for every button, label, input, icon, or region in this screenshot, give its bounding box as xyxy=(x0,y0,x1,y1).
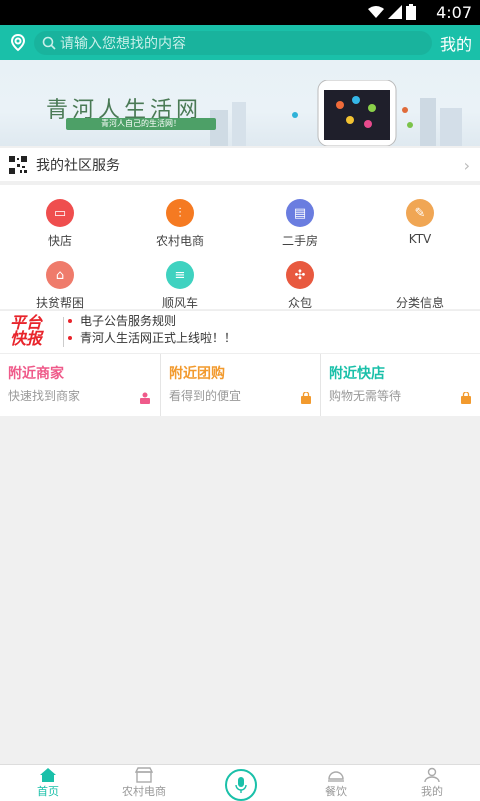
location-icon[interactable] xyxy=(8,33,28,53)
qr-code-icon xyxy=(8,154,28,175)
service-item-ktv[interactable]: ✎ KTV xyxy=(360,185,480,246)
bullet-icon xyxy=(68,318,72,323)
news-logo: 平台 快报 xyxy=(10,315,56,349)
service-label: 顺风车 xyxy=(161,296,198,310)
mic-icon: ✎ xyxy=(406,199,434,227)
service-label: 分类信息 xyxy=(395,296,444,310)
service-label: 扶贫帮困 xyxy=(35,296,84,310)
service-item-classifieds[interactable]: 分类信息 xyxy=(360,247,480,310)
news-logo-line2: 快报 xyxy=(10,329,43,348)
status-bar: 4:07 xyxy=(0,0,480,25)
signal-icon xyxy=(388,5,402,19)
service-item-second-hand-house[interactable]: ▤ 二手房 xyxy=(240,185,360,248)
service-item-poverty-aid[interactable]: ⌂ 扶贫帮困 xyxy=(0,247,120,310)
service-grid: ▭ 快店 ⫶ 农村电商 ▤ 二手房 ✎ KTV ⌂ 扶贫帮困 ≡ 顺风车 ✣ 众… xyxy=(0,185,480,310)
voice-button[interactable] xyxy=(225,769,257,801)
nearby-title: 附近商家 xyxy=(8,366,64,382)
microphone-icon xyxy=(235,777,247,793)
banner[interactable]: 青河人生活网 青河人自己的生活网！ xyxy=(0,60,480,146)
news-item[interactable]: 电子公告服务规则 xyxy=(68,312,236,329)
clock: 4:07 xyxy=(436,3,472,22)
service-label: 众包 xyxy=(287,296,312,310)
tab-label: 农村电商 xyxy=(122,785,166,798)
news-divider xyxy=(63,317,64,347)
service-item-kuaidian[interactable]: ▭ 快店 xyxy=(0,185,120,248)
community-label: 我的社区服务 xyxy=(36,157,120,174)
search-icon xyxy=(42,36,56,50)
nearby-title: 附近团购 xyxy=(169,366,225,382)
tab-label: 首页 xyxy=(37,785,59,798)
building-icon: ▤ xyxy=(286,199,314,227)
person-icon xyxy=(140,392,150,404)
tab-label: 我的 xyxy=(421,785,443,798)
news-list: 电子公告服务规则 青河人生活网正式上线啦！！ xyxy=(68,312,236,346)
city-skyline-image xyxy=(210,80,462,146)
service-item-carpool[interactable]: ≡ 顺风车 xyxy=(120,247,240,310)
home-icon xyxy=(40,768,56,782)
dining-icon xyxy=(328,771,344,782)
service-label: KTV xyxy=(408,232,432,246)
tab-home[interactable]: 首页 xyxy=(0,767,96,799)
list-icon: ≡ xyxy=(166,261,194,289)
tab-label: 餐饮 xyxy=(325,785,347,798)
banner-tagline: 青河人自己的生活网！ xyxy=(66,118,216,130)
system-icons xyxy=(368,4,416,20)
news-ticker[interactable]: 平台 快报 电子公告服务规则 青河人生活网正式上线啦！！ xyxy=(0,310,480,353)
chevron-right-icon: › xyxy=(463,156,470,175)
search-input[interactable]: 请输入您想找的内容 xyxy=(34,30,432,55)
tab-rural-ecommerce[interactable]: 农村电商 xyxy=(96,767,192,799)
tab-dining[interactable]: 餐饮 xyxy=(288,767,384,799)
battery-icon xyxy=(406,4,416,20)
puzzle-icon: ✣ xyxy=(286,261,314,289)
service-item-rural-ecommerce[interactable]: ⫶ 农村电商 xyxy=(120,185,240,248)
tab-mine[interactable]: 我的 xyxy=(384,767,480,799)
search-placeholder: 请输入您想找的内容 xyxy=(60,35,186,52)
nearby-subtitle: 购物无需等待 xyxy=(329,389,402,403)
nearby-groupbuy-card[interactable]: 附近团购 看得到的便宜 xyxy=(161,354,320,416)
nearby-section: 附近商家 快速找到商家 附近团购 看得到的便宜 附近快店 购物无需等待 xyxy=(0,353,480,416)
mine-link[interactable]: 我的 xyxy=(440,31,472,55)
nearby-subtitle: 快速找到商家 xyxy=(8,389,81,403)
news-item-text: 电子公告服务规则 xyxy=(80,314,177,328)
store-icon xyxy=(135,767,153,783)
shopping-bag-icon xyxy=(301,392,311,404)
community-service-row[interactable]: 我的社区服务 › xyxy=(0,148,480,181)
nearby-title: 附近快店 xyxy=(329,366,385,382)
top-bar: 请输入您想找的内容 我的 xyxy=(0,25,480,60)
shopping-bag-icon xyxy=(461,392,471,404)
wifi-icon xyxy=(368,6,384,18)
nearby-subtitle: 看得到的便宜 xyxy=(169,389,242,403)
bottom-nav: 首页 农村电商 餐饮 我的 xyxy=(0,764,480,801)
user-icon xyxy=(424,767,440,783)
nearby-quickshop-card[interactable]: 附近快店 购物无需等待 xyxy=(321,354,480,416)
news-item-text: 青河人生活网正式上线啦！！ xyxy=(80,331,237,345)
cutlery-icon: ⫶ xyxy=(166,199,194,227)
nearby-merchants-card[interactable]: 附近商家 快速找到商家 xyxy=(0,354,159,416)
bullet-icon xyxy=(68,335,72,340)
classifieds-icon-placeholder xyxy=(406,261,434,289)
shop-icon: ▭ xyxy=(46,199,74,227)
service-item-crowdsource[interactable]: ✣ 众包 xyxy=(240,247,360,310)
tent-icon: ⌂ xyxy=(46,261,74,289)
news-item[interactable]: 青河人生活网正式上线啦！！ xyxy=(68,329,236,346)
